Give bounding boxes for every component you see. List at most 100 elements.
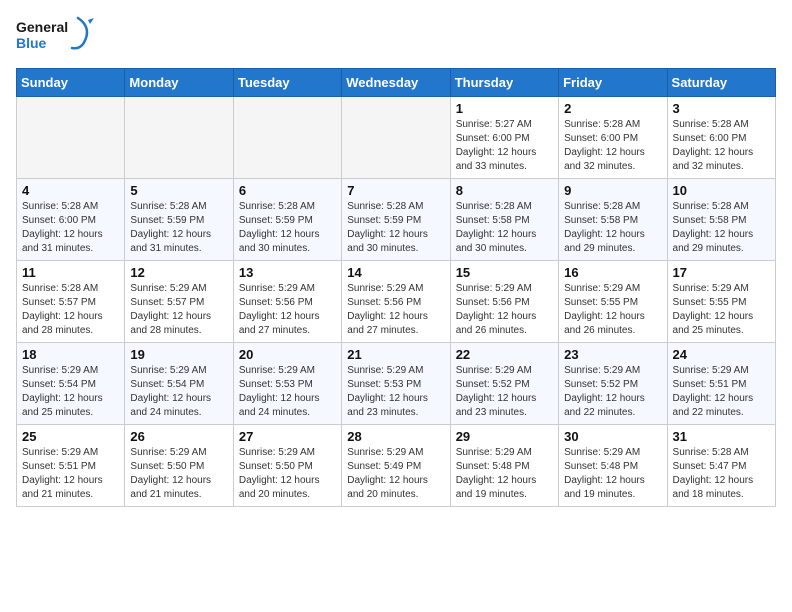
calendar-week-row: 1Sunrise: 5:27 AM Sunset: 6:00 PM Daylig… [17, 97, 776, 179]
calendar-cell: 27 Sunrise: 5:29 AM Sunset: 5:50 PM Dayli… [233, 425, 341, 507]
day-number: 6 [239, 183, 336, 198]
calendar-cell: 30Sunrise: 5:29 AM Sunset: 5:48 PM Dayli… [559, 425, 667, 507]
day-number: 14 [347, 265, 444, 280]
day-info: Sunrise: 5:29 AM Sunset: 5:49 PM Dayligh… [347, 446, 444, 502]
calendar-cell: 1Sunrise: 5:27 AM Sunset: 6:00 PM Daylig… [450, 97, 558, 179]
day-number: 23 [564, 347, 661, 362]
svg-text:Blue: Blue [16, 35, 47, 51]
day-info: Sunrise: 5:29 AM Sunset: 5:51 PM Dayligh… [673, 364, 770, 420]
day-number: 15 [456, 265, 553, 280]
day-number: 18 [22, 347, 119, 362]
calendar-cell: 4 Sunrise: 5:28 AM Sunset: 6:00 PM Daylig… [17, 179, 125, 261]
calendar-cell: 28 Sunrise: 5:29 AM Sunset: 5:49 PM Dayli… [342, 425, 450, 507]
day-info: Sunrise: 5:28 AM Sunset: 6:00 PM Dayligh… [673, 118, 770, 174]
weekday-header-wednesday: Wednesday [342, 69, 450, 97]
calendar-cell: 3 Sunrise: 5:28 AM Sunset: 6:00 PM Daylig… [667, 97, 775, 179]
day-info: Sunrise: 5:28 AM Sunset: 6:00 PM Dayligh… [22, 200, 119, 256]
day-number: 5 [130, 183, 227, 198]
weekday-header-saturday: Saturday [667, 69, 775, 97]
calendar-cell: 6 Sunrise: 5:28 AM Sunset: 5:59 PM Daylig… [233, 179, 341, 261]
calendar-cell: 12 Sunrise: 5:29 AM Sunset: 5:57 PM Dayli… [125, 261, 233, 343]
day-info: Sunrise: 5:28 AM Sunset: 5:59 PM Dayligh… [130, 200, 227, 256]
day-info: Sunrise: 5:29 AM Sunset: 5:52 PM Dayligh… [456, 364, 553, 420]
day-info: Sunrise: 5:28 AM Sunset: 5:58 PM Dayligh… [673, 200, 770, 256]
weekday-header-tuesday: Tuesday [233, 69, 341, 97]
day-number: 26 [130, 429, 227, 444]
weekday-header-monday: Monday [125, 69, 233, 97]
calendar-cell: 23 Sunrise: 5:29 AM Sunset: 5:52 PM Dayli… [559, 343, 667, 425]
day-info: Sunrise: 5:29 AM Sunset: 5:54 PM Dayligh… [130, 364, 227, 420]
day-number: 10 [673, 183, 770, 198]
day-number: 9 [564, 183, 661, 198]
day-info: Sunrise: 5:28 AM Sunset: 5:59 PM Dayligh… [347, 200, 444, 256]
calendar-cell: 9 Sunrise: 5:28 AM Sunset: 5:58 PM Daylig… [559, 179, 667, 261]
day-number: 31 [673, 429, 770, 444]
calendar-cell: 17 Sunrise: 5:29 AM Sunset: 5:55 PM Dayli… [667, 261, 775, 343]
calendar-cell: 10 Sunrise: 5:28 AM Sunset: 5:58 PM Dayli… [667, 179, 775, 261]
calendar-week-row: 18 Sunrise: 5:29 AM Sunset: 5:54 PM Dayli… [17, 343, 776, 425]
calendar-cell: 20Sunrise: 5:29 AM Sunset: 5:53 PM Dayli… [233, 343, 341, 425]
calendar-cell: 2 Sunrise: 5:28 AM Sunset: 6:00 PM Daylig… [559, 97, 667, 179]
calendar-cell: 22 Sunrise: 5:29 AM Sunset: 5:52 PM Dayli… [450, 343, 558, 425]
weekday-header-friday: Friday [559, 69, 667, 97]
calendar-week-row: 25 Sunrise: 5:29 AM Sunset: 5:51 PM Dayli… [17, 425, 776, 507]
day-info: Sunrise: 5:28 AM Sunset: 5:57 PM Dayligh… [22, 282, 119, 338]
day-number: 4 [22, 183, 119, 198]
calendar-week-row: 11 Sunrise: 5:28 AM Sunset: 5:57 PM Dayli… [17, 261, 776, 343]
day-info: Sunrise: 5:29 AM Sunset: 5:57 PM Dayligh… [130, 282, 227, 338]
logo: General Blue [16, 16, 96, 60]
day-number: 16 [564, 265, 661, 280]
day-number: 3 [673, 101, 770, 116]
day-info: Sunrise: 5:29 AM Sunset: 5:54 PM Dayligh… [22, 364, 119, 420]
day-number: 27 [239, 429, 336, 444]
day-number: 13 [239, 265, 336, 280]
day-info: Sunrise: 5:29 AM Sunset: 5:55 PM Dayligh… [673, 282, 770, 338]
day-info: Sunrise: 5:29 AM Sunset: 5:53 PM Dayligh… [347, 364, 444, 420]
svg-text:General: General [16, 19, 68, 35]
calendar-cell [233, 97, 341, 179]
day-number: 12 [130, 265, 227, 280]
calendar-cell [17, 97, 125, 179]
calendar-cell: 21 Sunrise: 5:29 AM Sunset: 5:53 PM Dayli… [342, 343, 450, 425]
weekday-header-thursday: Thursday [450, 69, 558, 97]
day-number: 8 [456, 183, 553, 198]
day-info: Sunrise: 5:29 AM Sunset: 5:51 PM Dayligh… [22, 446, 119, 502]
day-info: Sunrise: 5:28 AM Sunset: 5:47 PM Dayligh… [673, 446, 770, 502]
calendar-cell [125, 97, 233, 179]
logo-svg: General Blue [16, 16, 96, 60]
calendar-cell: 7 Sunrise: 5:28 AM Sunset: 5:59 PM Daylig… [342, 179, 450, 261]
calendar-cell: 16Sunrise: 5:29 AM Sunset: 5:55 PM Dayli… [559, 261, 667, 343]
day-info: Sunrise: 5:28 AM Sunset: 6:00 PM Dayligh… [564, 118, 661, 174]
calendar-cell: 5 Sunrise: 5:28 AM Sunset: 5:59 PM Daylig… [125, 179, 233, 261]
day-number: 11 [22, 265, 119, 280]
day-number: 22 [456, 347, 553, 362]
day-number: 25 [22, 429, 119, 444]
day-number: 2 [564, 101, 661, 116]
day-info: Sunrise: 5:28 AM Sunset: 5:58 PM Dayligh… [564, 200, 661, 256]
day-info: Sunrise: 5:29 AM Sunset: 5:50 PM Dayligh… [239, 446, 336, 502]
calendar-cell: 24Sunrise: 5:29 AM Sunset: 5:51 PM Dayli… [667, 343, 775, 425]
calendar-cell: 14 Sunrise: 5:29 AM Sunset: 5:56 PM Dayli… [342, 261, 450, 343]
weekday-header-sunday: Sunday [17, 69, 125, 97]
calendar-cell: 13Sunrise: 5:29 AM Sunset: 5:56 PM Dayli… [233, 261, 341, 343]
day-number: 28 [347, 429, 444, 444]
day-info: Sunrise: 5:29 AM Sunset: 5:56 PM Dayligh… [347, 282, 444, 338]
weekday-header-row: SundayMondayTuesdayWednesdayThursdayFrid… [17, 69, 776, 97]
calendar-cell: 11 Sunrise: 5:28 AM Sunset: 5:57 PM Dayli… [17, 261, 125, 343]
calendar-table: SundayMondayTuesdayWednesdayThursdayFrid… [16, 68, 776, 507]
day-info: Sunrise: 5:29 AM Sunset: 5:52 PM Dayligh… [564, 364, 661, 420]
calendar-cell: 29Sunrise: 5:29 AM Sunset: 5:48 PM Dayli… [450, 425, 558, 507]
day-number: 7 [347, 183, 444, 198]
day-number: 19 [130, 347, 227, 362]
day-number: 17 [673, 265, 770, 280]
calendar-cell: 31 Sunrise: 5:28 AM Sunset: 5:47 PM Dayli… [667, 425, 775, 507]
day-number: 21 [347, 347, 444, 362]
calendar-cell: 25 Sunrise: 5:29 AM Sunset: 5:51 PM Dayli… [17, 425, 125, 507]
day-info: Sunrise: 5:29 AM Sunset: 5:56 PM Dayligh… [456, 282, 553, 338]
calendar-cell: 26Sunrise: 5:29 AM Sunset: 5:50 PM Dayli… [125, 425, 233, 507]
day-info: Sunrise: 5:27 AM Sunset: 6:00 PM Dayligh… [456, 118, 553, 174]
calendar-week-row: 4 Sunrise: 5:28 AM Sunset: 6:00 PM Daylig… [17, 179, 776, 261]
calendar-cell: 18 Sunrise: 5:29 AM Sunset: 5:54 PM Dayli… [17, 343, 125, 425]
day-info: Sunrise: 5:28 AM Sunset: 5:59 PM Dayligh… [239, 200, 336, 256]
calendar-cell [342, 97, 450, 179]
